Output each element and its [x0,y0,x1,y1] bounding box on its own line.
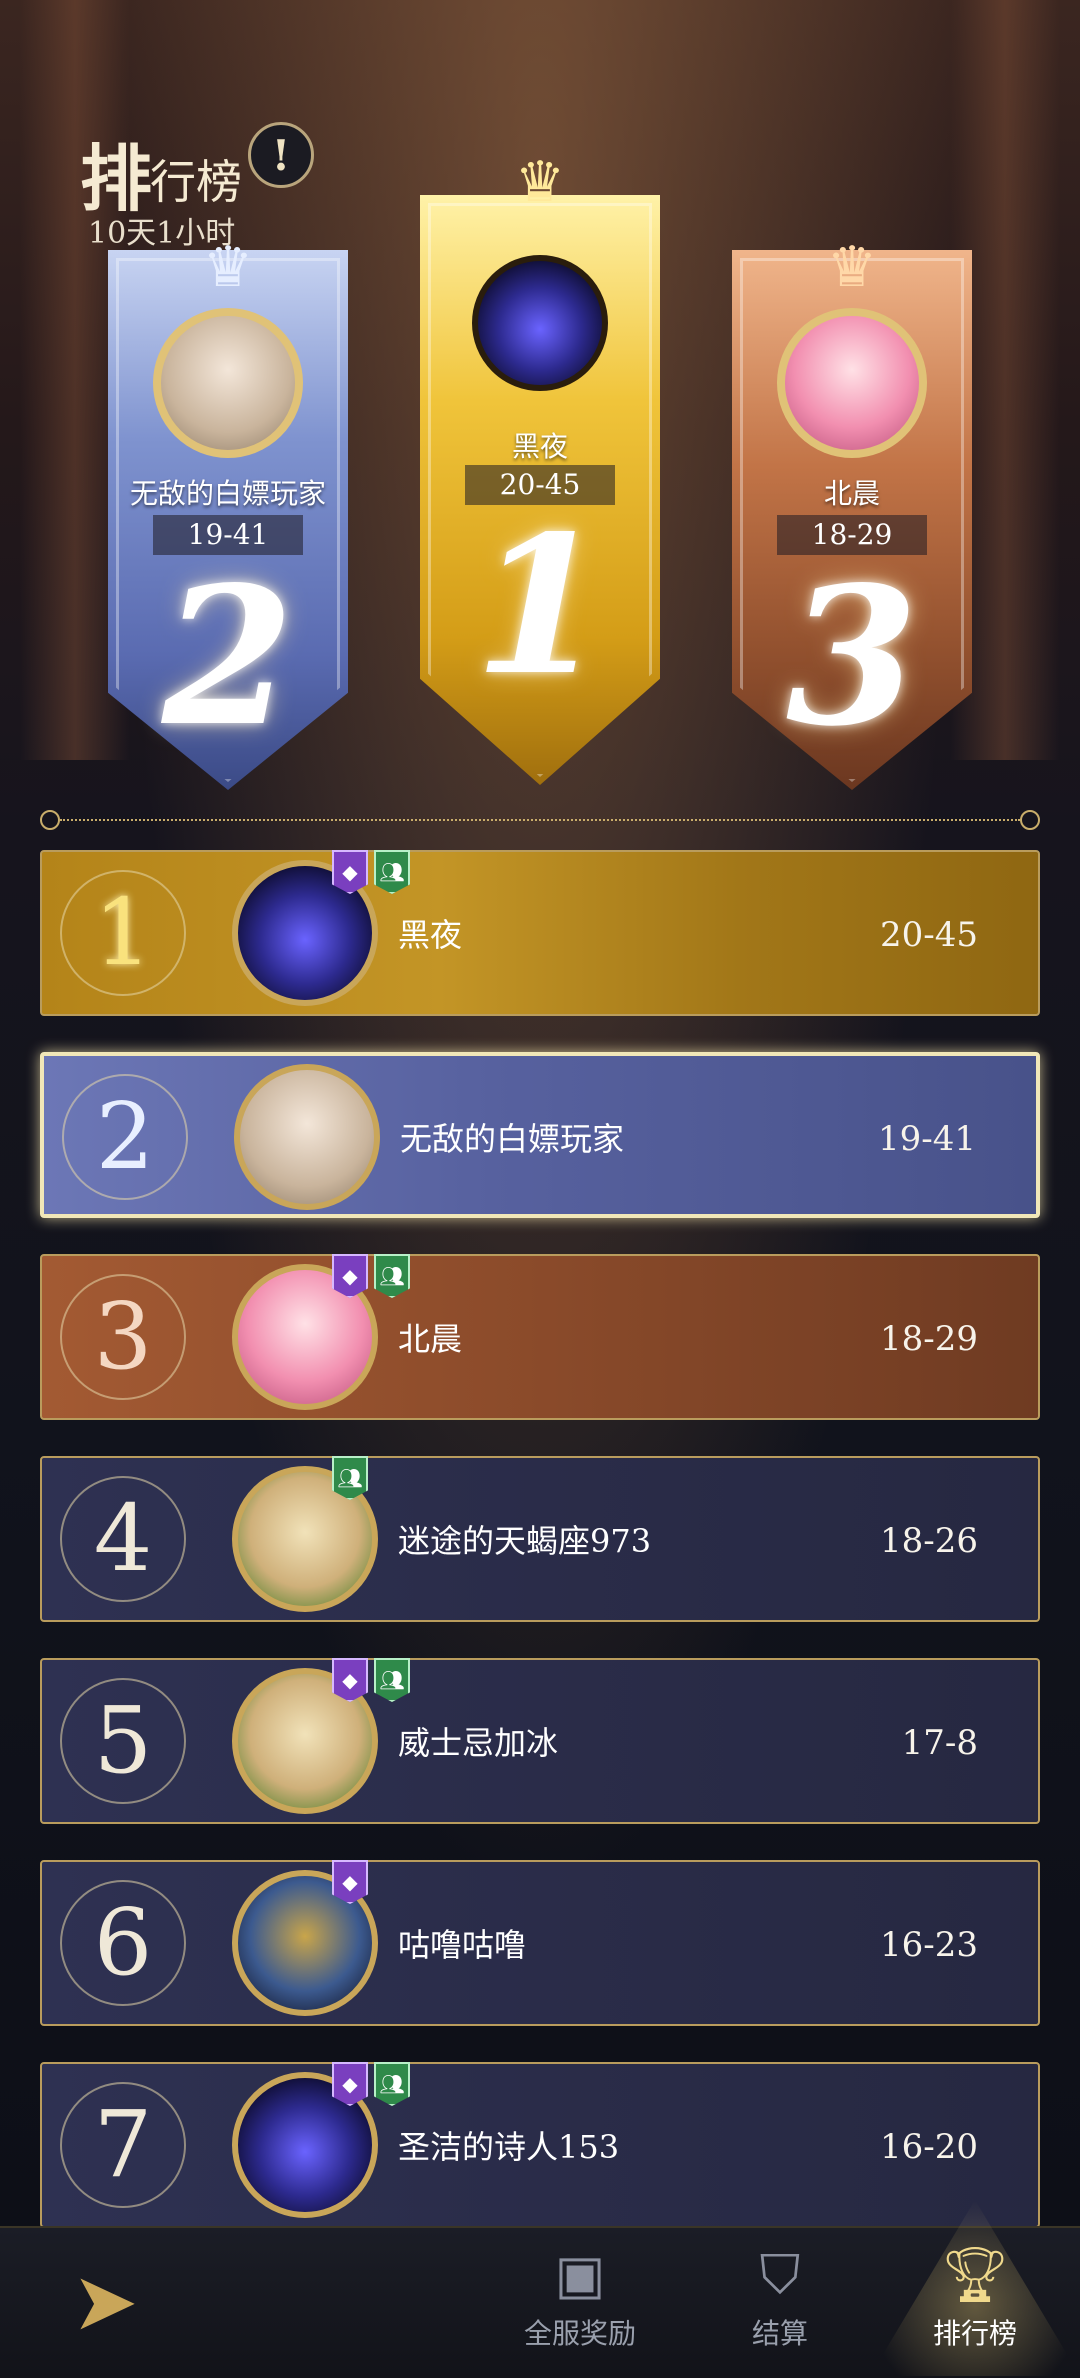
ranking-row[interactable]: 2 无敌的白嫖玩家 19-41 [40,1052,1040,1218]
tab-label: 结算 [751,2317,808,2350]
podium-banner-2[interactable]: ♛ 无敌的白嫖玩家 19-41 2 [108,240,348,790]
ranking-row[interactable]: 7 ◆ 👥︎ 圣洁的诗人153 16-20 [40,2062,1040,2228]
crown-icon: ♛ [826,235,878,300]
player-score: 20-45 [879,915,978,955]
ranking-row[interactable]: 1 ◆ 👥︎ 黑夜 20-45 [40,850,1040,1016]
rank-number: 7 [93,2091,153,2198]
player-score: 19-41 [877,1119,976,1159]
crown-icon: ♛ [202,235,254,300]
tab-label: 排行榜 [932,2317,1017,2350]
rank-number: 4 [93,1485,153,1592]
rank-circle: 4 [60,1476,186,1602]
emblem-icon: ⛉ [759,2243,801,2306]
podium-banner-3[interactable]: ♛ 北晨 18-29 3 [732,240,972,790]
rank-number: 5 [93,1687,153,1794]
player-name: 黑夜 [398,916,463,954]
rank-circle: 2 [62,1074,188,1200]
rank-circle: 7 [60,2082,186,2208]
rank-number: 2 [95,1083,155,1190]
rank-circle: 5 [60,1678,186,1804]
section-divider [40,810,1040,830]
podium-name: 无敌的白嫖玩家 [129,477,326,510]
crown-icon: ♛ [514,150,566,215]
avatar [234,1064,380,1210]
player-score: 18-26 [879,1521,978,1561]
podium-banner-1[interactable]: ♛ 黑夜 20-45 1 [420,155,660,785]
treasure-chest-icon: ▣ [554,2243,606,2306]
player-score: 18-29 [879,1319,978,1359]
ranking-row[interactable]: 3 ◆ 👥︎ 北晨 18-29 [40,1254,1040,1420]
ranking-row[interactable]: 5 ◆ 👥︎ 威士忌加冰 17-8 [40,1658,1040,1824]
player-score: 16-23 [879,1925,978,1965]
tab-settlement[interactable]: ⛉ 结算 [700,2226,860,2376]
player-name: 咕噜咕噜 [398,1926,527,1964]
ranking-row[interactable]: 4 👥︎ 迷途的天蝎座973 18-26 [40,1456,1040,1622]
podium-rank-number: 1 [473,494,607,717]
podium-name: 黑夜 [511,430,568,463]
player-name: 威士忌加冰 [398,1724,559,1762]
avatar [777,308,927,458]
player-score: 16-20 [879,2127,978,2167]
exclamation-icon[interactable]: ! [248,122,314,188]
podium-name: 北晨 [823,477,880,510]
rank-number: 1 [93,879,153,986]
podium-rank-number: 2 [161,545,295,768]
player-name: 无敌的白嫖玩家 [400,1120,625,1158]
avatar [153,308,303,458]
trophy-icon: 🏆︎ [940,2243,1010,2306]
rank-circle: 3 [60,1274,186,1400]
page-header: 排 行榜 10天1小时 [70,120,390,251]
player-score: 17-8 [901,1723,978,1763]
tab-leaderboard[interactable]: 🏆︎ 排行榜 [890,2226,1060,2376]
player-name: 圣洁的诗人153 [398,2128,620,2166]
avatar [472,255,608,391]
ranking-row[interactable]: 6 ◆ 咕噜咕噜 16-23 [40,1860,1040,2026]
player-name: 北晨 [398,1320,463,1358]
page-title-rest: 行榜 [150,155,242,209]
rank-number: 6 [93,1889,153,1996]
player-name: 迷途的天蝎座973 [398,1522,652,1560]
rank-circle: 6 [60,1880,186,2006]
rank-circle: 1 [60,870,186,996]
back-arrow-icon[interactable]: ➤ [50,2252,160,2352]
tab-label: 全服奖励 [523,2317,636,2350]
podium-rank-number: 3 [785,545,919,768]
tab-server-rewards[interactable]: ▣ 全服奖励 [500,2226,660,2376]
rank-number: 3 [93,1283,153,1390]
